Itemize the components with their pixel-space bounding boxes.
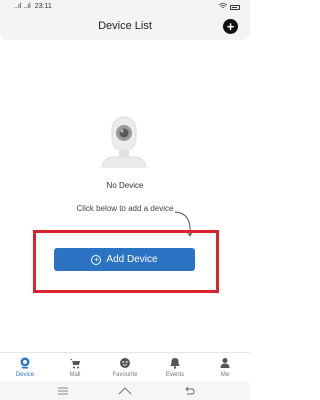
add-device-label: Add Device [106,254,158,265]
back-icon[interactable] [183,386,195,396]
face-icon [120,358,130,368]
page-title: Device List [98,20,152,32]
bottom-tab-bar: Device Mall Favourite Events Me [0,352,250,382]
app-header: Device List + [0,14,250,40]
camera-icon [20,357,30,369]
empty-state-label: No Device [106,181,144,190]
plus-circle-icon: + [91,254,102,265]
system-nav-bar [0,382,250,400]
status-right [218,3,240,11]
camera-illustration-icon [98,115,150,171]
tab-label: Events [165,372,185,378]
status-left: ..ıl ..ıl 23:11 [14,3,52,10]
tab-me[interactable]: Me [200,353,250,382]
tab-label: Favourite [112,372,138,378]
battery-icon [230,4,240,10]
tab-device[interactable]: Device [0,353,50,382]
empty-state-hint: Click below to add a device [76,204,174,213]
signal-indicator: ..ıl ..ıl [14,3,31,10]
tab-label: Me [220,372,230,378]
clock: 23:11 [34,3,52,10]
plus-icon[interactable]: + [223,19,238,34]
status-bar: ..ıl ..ıl 23:11 [0,0,250,14]
add-device-button[interactable]: + Add Device [54,248,195,271]
home-icon[interactable] [118,386,132,396]
tab-label: Device [15,372,35,378]
menu-icon[interactable] [58,387,68,395]
person-icon [220,358,230,368]
tab-mall[interactable]: Mall [50,353,100,382]
wifi-icon [218,3,228,11]
tab-label: Mall [69,372,81,378]
tab-favourite[interactable]: Favourite [100,353,150,382]
tab-events[interactable]: Events [150,353,200,382]
bell-icon [170,358,180,369]
cart-icon [70,359,80,369]
